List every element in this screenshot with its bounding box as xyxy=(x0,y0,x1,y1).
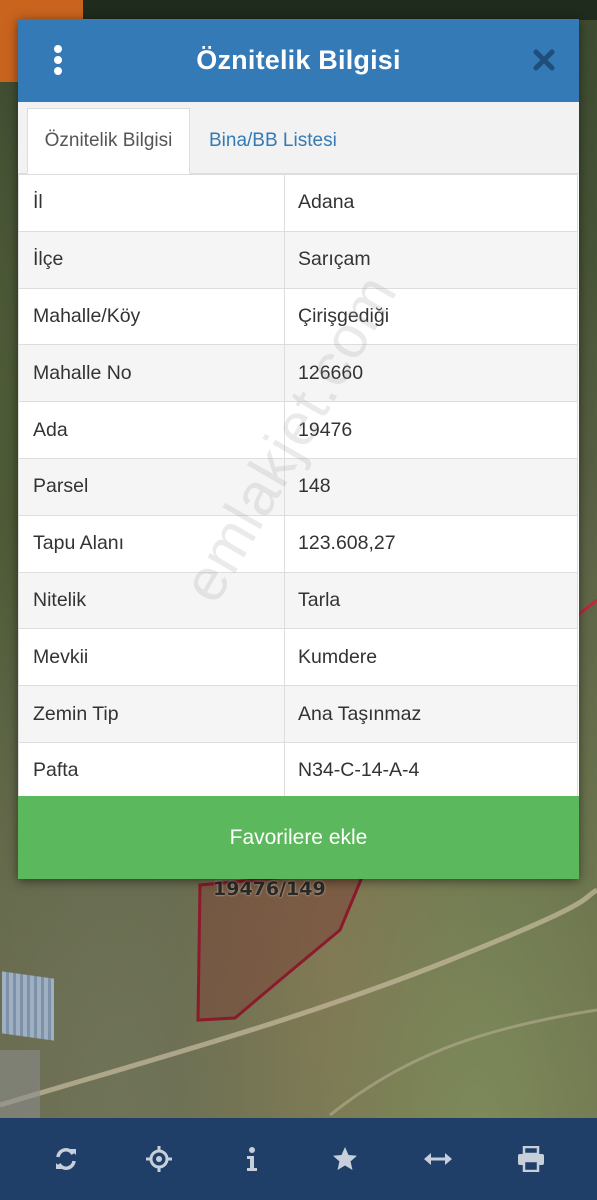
add-favorite-button[interactable]: Favorilere ekle xyxy=(18,796,579,879)
refresh-icon[interactable] xyxy=(39,1132,93,1186)
attribute-key: Pafta xyxy=(18,741,285,800)
attribute-value: Çirişgediği xyxy=(284,287,578,346)
attribute-key: Mahalle/Köy xyxy=(18,287,285,346)
attribute-value: Sarıçam xyxy=(284,230,578,289)
parcel-label[interactable]: 19476/149 xyxy=(213,878,326,900)
kebab-menu-icon[interactable] xyxy=(48,43,68,77)
modal-header: Öznitelik Bilgisi xyxy=(18,19,579,102)
attribute-value: Kumdere xyxy=(284,628,578,687)
attribute-value: Adana xyxy=(284,174,578,232)
tab-building-list[interactable]: Bina/BB Listesi xyxy=(209,108,337,174)
print-icon[interactable] xyxy=(504,1132,558,1186)
attribute-key: İl xyxy=(18,174,285,232)
table-row: Tapu Alanı 123.608,27 xyxy=(18,514,578,573)
attribute-value: 148 xyxy=(284,457,578,516)
table-row: Mahalle No 126660 xyxy=(18,344,578,403)
table-row: İlçe Sarıçam xyxy=(18,230,578,289)
attribute-key: Parsel xyxy=(18,457,285,516)
table-row: Pafta N34-C-14-A-4 xyxy=(18,741,578,800)
table-row: Parsel 148 xyxy=(18,457,578,516)
building xyxy=(0,1050,40,1118)
table-row: Mahalle/Köy Çirişgediği xyxy=(18,287,578,346)
attribute-value: N34-C-14-A-4 xyxy=(284,741,578,800)
table-row: Mevkii Kumdere xyxy=(18,628,578,687)
tab-attribute-info[interactable]: Öznitelik Bilgisi xyxy=(27,108,190,174)
attribute-key: Mahalle No xyxy=(18,344,285,403)
attribute-key: Zemin Tip xyxy=(18,685,285,743)
locate-icon[interactable] xyxy=(132,1132,186,1186)
attribute-key: Tapu Alanı xyxy=(18,514,285,573)
attribute-modal: Öznitelik Bilgisi Öznitelik Bilgisi Bina… xyxy=(18,19,579,879)
attribute-value: 19476 xyxy=(284,401,578,459)
attribute-key: Ada xyxy=(18,401,285,459)
bottom-toolbar xyxy=(0,1118,597,1200)
path xyxy=(329,1008,597,1117)
attribute-value: 126660 xyxy=(284,344,578,403)
table-row: İl Adana xyxy=(18,174,578,232)
attribute-key: Nitelik xyxy=(18,571,285,630)
parcel-edge xyxy=(577,598,597,617)
attribute-value: Ana Taşınmaz xyxy=(284,685,578,743)
modal-title: Öznitelik Bilgisi xyxy=(196,45,401,75)
greenhouse xyxy=(2,971,54,1041)
tabs-bar: Öznitelik Bilgisi Bina/BB Listesi xyxy=(18,102,579,174)
star-icon[interactable] xyxy=(318,1132,372,1186)
attribute-key: İlçe xyxy=(18,230,285,289)
attribute-value: Tarla xyxy=(284,571,578,630)
info-icon[interactable] xyxy=(225,1132,279,1186)
table-row: Ada 19476 xyxy=(18,401,578,459)
measure-icon[interactable] xyxy=(411,1132,465,1186)
attribute-value: 123.608,27 xyxy=(284,514,578,573)
close-icon[interactable] xyxy=(529,45,559,75)
attribute-table: İl Adana İlçe Sarıçam Mahalle/Köy Çirişgediği… xyxy=(18,174,578,800)
table-row: Nitelik Tarla xyxy=(18,571,578,630)
table-row: Zemin Tip Ana Taşınmaz xyxy=(18,685,578,743)
attribute-key: Mevkii xyxy=(18,628,285,687)
